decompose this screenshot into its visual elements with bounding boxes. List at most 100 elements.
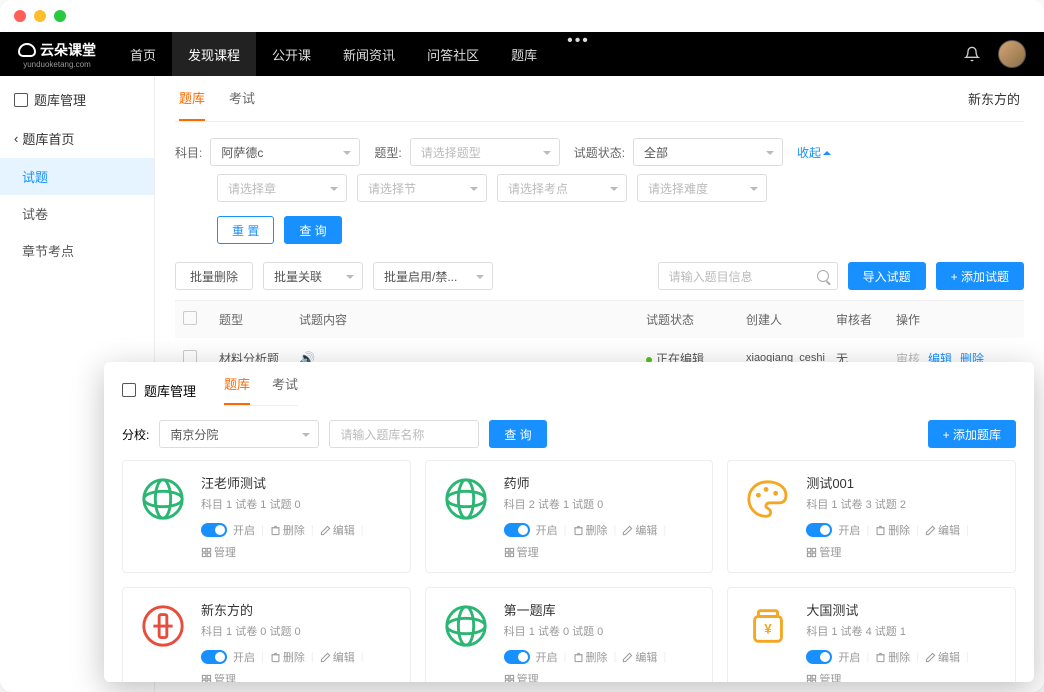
nav-discover[interactable]: 发现课程 xyxy=(172,32,256,76)
card-delete[interactable]: 删除 xyxy=(573,522,608,538)
collapse-link[interactable]: 收起 xyxy=(797,144,831,161)
toggle-switch[interactable] xyxy=(201,650,227,664)
avatar[interactable] xyxy=(998,40,1026,68)
logo[interactable]: 云朵课堂 yunduoketang.com xyxy=(18,40,96,69)
card-icon xyxy=(440,473,492,525)
bank-card: ¥大国测试科目 1 试卷 4 试题 1开启|删除|编辑|管理 xyxy=(727,587,1016,682)
status-select[interactable]: 全部 xyxy=(633,138,783,166)
bulk-delete-button[interactable]: 批量删除 xyxy=(175,262,253,290)
nav-news[interactable]: 新闻资讯 xyxy=(327,32,411,76)
nav-bank[interactable]: 题库 xyxy=(495,32,553,76)
branch-select[interactable]: 南京分院 xyxy=(159,420,319,448)
card-icon xyxy=(137,600,189,652)
card-meta: 科目 1 试卷 1 试题 0 xyxy=(201,496,396,512)
svg-text:¥: ¥ xyxy=(765,622,773,637)
th-actions: 操作 xyxy=(896,311,1016,328)
card-icon xyxy=(440,600,492,652)
bulk-toolbar: 批量删除 批量关联 批量启用/禁... 请输入题目信息 导入试题 + 添加试题 xyxy=(175,258,1024,300)
add-question-button[interactable]: + 添加试题 xyxy=(936,262,1024,290)
sidebar-item-chapters[interactable]: 章节考点 xyxy=(0,232,154,269)
type-label: 题型: xyxy=(374,144,401,161)
card-meta: 科目 1 试卷 0 试题 0 xyxy=(504,623,699,639)
search-input[interactable]: 请输入题目信息 xyxy=(658,262,838,290)
branch-label: 分校: xyxy=(122,426,149,443)
close-window-icon[interactable] xyxy=(14,10,26,22)
th-creator: 创建人 xyxy=(746,311,836,328)
bank-card: 测试001科目 1 试卷 3 试题 2开启|删除|编辑|管理 xyxy=(727,460,1016,573)
subject-select[interactable]: 阿萨德c xyxy=(210,138,360,166)
add-bank-button[interactable]: + 添加题库 xyxy=(928,420,1016,448)
card-delete[interactable]: 删除 xyxy=(875,522,910,538)
filters-row2: 请选择章 请选择节 请选择考点 请选择难度 xyxy=(175,174,1024,212)
card-edit[interactable]: 编辑 xyxy=(320,522,355,538)
card-manage[interactable]: 管理 xyxy=(201,544,236,560)
filters-row: 科目: 阿萨德c 题型: 请选择题型 试题状态: 全部 收起 xyxy=(175,122,1024,174)
bulk-relate-select[interactable]: 批量关联 xyxy=(263,262,363,290)
nav-more[interactable]: ••• xyxy=(553,32,604,76)
sidebar-item-papers[interactable]: 试卷 xyxy=(0,195,154,232)
toggle-label: 开启 xyxy=(838,649,860,665)
card-edit[interactable]: 编辑 xyxy=(622,522,657,538)
tabs-right-label: 新东方的 xyxy=(968,89,1020,108)
nav-home[interactable]: 首页 xyxy=(114,32,172,76)
card-meta: 科目 1 试卷 3 试题 2 xyxy=(806,496,1001,512)
bank-name-input[interactable]: 请输入题库名称 xyxy=(329,420,479,448)
sidebar-back[interactable]: ‹题库首页 xyxy=(0,119,154,158)
nav-open-course[interactable]: 公开课 xyxy=(256,32,327,76)
import-button[interactable]: 导入试题 xyxy=(848,262,926,290)
tab-bank[interactable]: 题库 xyxy=(179,76,205,121)
card-meta: 科目 2 试卷 1 试题 0 xyxy=(504,496,699,512)
toggle-switch[interactable] xyxy=(806,523,832,537)
card-edit[interactable]: 编辑 xyxy=(622,649,657,665)
section-select[interactable]: 请选择节 xyxy=(357,174,487,202)
card-manage[interactable]: 管理 xyxy=(806,544,841,560)
point-select[interactable]: 请选择考点 xyxy=(497,174,627,202)
card-manage[interactable]: 管理 xyxy=(806,671,841,682)
card-edit[interactable]: 编辑 xyxy=(925,522,960,538)
card-delete[interactable]: 删除 xyxy=(573,649,608,665)
toggle-switch[interactable] xyxy=(201,523,227,537)
toggle-switch[interactable] xyxy=(806,650,832,664)
toggle-label: 开启 xyxy=(838,522,860,538)
th-type: 题型 xyxy=(219,311,299,328)
chapter-select[interactable]: 请选择章 xyxy=(217,174,347,202)
overlay-tab-exam[interactable]: 考试 xyxy=(272,374,298,405)
card-manage[interactable]: 管理 xyxy=(201,671,236,682)
card-title: 测试001 xyxy=(806,473,1001,492)
tab-exam[interactable]: 考试 xyxy=(229,76,255,121)
toggle-switch[interactable] xyxy=(504,523,530,537)
overlay-tab-bank[interactable]: 题库 xyxy=(224,374,250,405)
card-edit[interactable]: 编辑 xyxy=(320,649,355,665)
card-title: 大国测试 xyxy=(806,600,1001,619)
nav-items: 首页 发现课程 公开课 新闻资讯 问答社区 题库 ••• xyxy=(114,32,604,76)
card-edit[interactable]: 编辑 xyxy=(925,649,960,665)
overlay-query-button[interactable]: 查 询 xyxy=(489,420,546,448)
type-select[interactable]: 请选择题型 xyxy=(410,138,560,166)
sidebar-item-questions[interactable]: 试题 xyxy=(0,158,154,195)
card-delete[interactable]: 删除 xyxy=(270,522,305,538)
maximize-window-icon[interactable] xyxy=(54,10,66,22)
card-delete[interactable]: 删除 xyxy=(875,649,910,665)
card-manage[interactable]: 管理 xyxy=(504,671,539,682)
card-delete[interactable]: 删除 xyxy=(270,649,305,665)
bulk-toggle-select[interactable]: 批量启用/禁... xyxy=(373,262,493,290)
reset-button[interactable]: 重 置 xyxy=(217,216,274,244)
table-header: 题型 试题内容 试题状态 创建人 审核者 操作 xyxy=(175,300,1024,338)
logo-subtext: yunduoketang.com xyxy=(23,60,91,69)
tabs: 题库 考试 新东方的 xyxy=(175,76,1024,122)
nav-qa[interactable]: 问答社区 xyxy=(411,32,495,76)
query-button[interactable]: 查 询 xyxy=(284,216,341,244)
search-icon xyxy=(817,270,829,282)
select-all-checkbox[interactable] xyxy=(183,311,197,325)
bank-card: 药师科目 2 试卷 1 试题 0开启|删除|编辑|管理 xyxy=(425,460,714,573)
chevron-left-icon: ‹ xyxy=(14,131,18,146)
th-status: 试题状态 xyxy=(646,311,746,328)
toggle-label: 开启 xyxy=(233,649,255,665)
difficulty-select[interactable]: 请选择难度 xyxy=(637,174,767,202)
minimize-window-icon[interactable] xyxy=(34,10,46,22)
bell-icon[interactable] xyxy=(964,46,980,62)
toggle-switch[interactable] xyxy=(504,650,530,664)
card-manage[interactable]: 管理 xyxy=(504,544,539,560)
card-title: 第一题库 xyxy=(504,600,699,619)
bank-card: 新东方的科目 1 试卷 0 试题 0开启|删除|编辑|管理 xyxy=(122,587,411,682)
